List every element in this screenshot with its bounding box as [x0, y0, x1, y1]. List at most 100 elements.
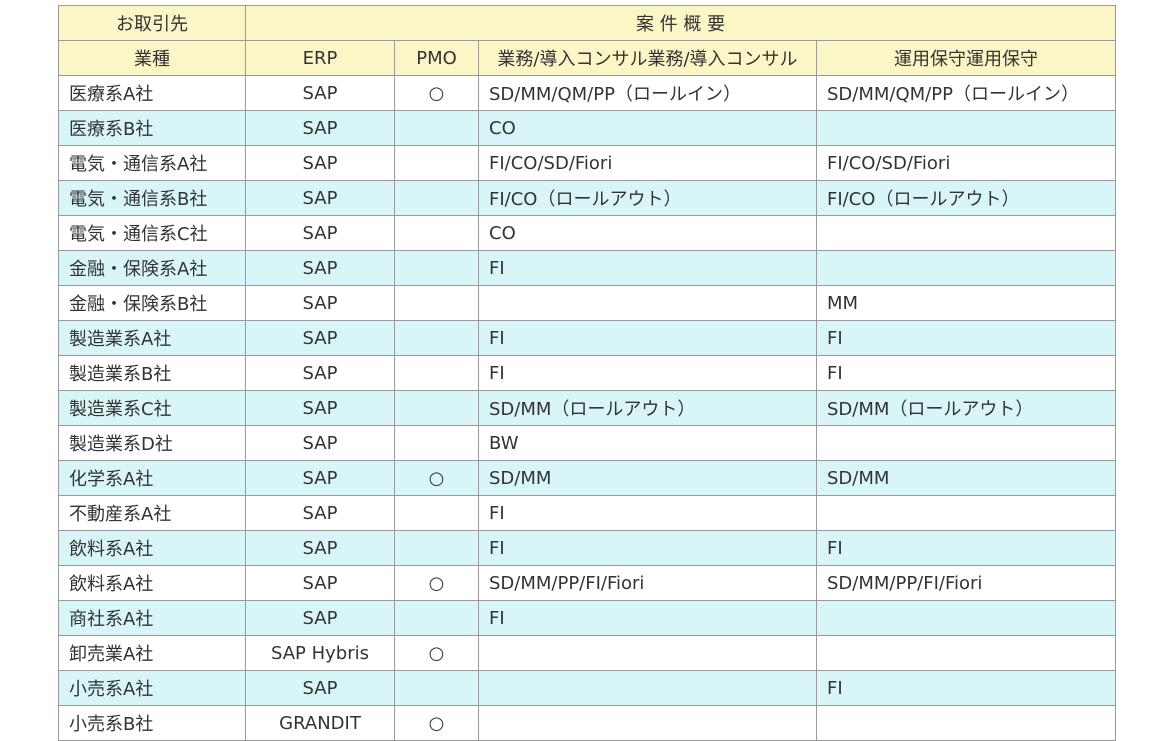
cell-erp: SAP [245, 110, 395, 146]
cell-maintenance [815, 425, 1117, 461]
cell-consult [478, 705, 817, 741]
table-row: 製造業系D社 SAP BW [58, 425, 1117, 461]
cell-maintenance [815, 250, 1117, 286]
cell-pmo [394, 355, 479, 391]
table-row: 商社系A社 SAP FI [58, 600, 1117, 636]
cell-maintenance [815, 705, 1117, 741]
cell-maintenance: SD/MM/QM/PP（ロールイン） [815, 75, 1117, 111]
cell-pmo [394, 250, 479, 286]
cell-client: 製造業系C社 [58, 390, 246, 426]
cell-consult: CO [478, 110, 817, 146]
cell-client: 不動産系A社 [58, 495, 246, 531]
cell-pmo [394, 285, 479, 321]
cell-erp: SAP [245, 460, 395, 496]
cell-client: 飲料系A社 [58, 565, 246, 601]
cell-client: 飲料系A社 [58, 530, 246, 566]
table-row: 飲料系A社 SAP FI FI [58, 530, 1117, 566]
cell-maintenance [815, 600, 1117, 636]
cell-client: 医療系B社 [58, 110, 246, 146]
header-maintenance: 運用保守運用保守 [815, 40, 1117, 76]
cell-pmo [394, 215, 479, 251]
cell-client: 小売系B社 [58, 705, 246, 741]
header-summary: 案 件 概 要 [244, 5, 1117, 41]
table-row: 金融・保険系A社 SAP FI [58, 250, 1117, 286]
cell-erp: SAP [245, 425, 395, 461]
cell-consult: SD/MM（ロールアウト） [478, 390, 817, 426]
table-row: 医療系A社 SAP ○ SD/MM/QM/PP（ロールイン） SD/MM/QM/PP（ロ… [58, 75, 1117, 111]
cell-erp: SAP [245, 250, 395, 286]
cell-pmo [394, 110, 479, 146]
cell-maintenance: FI [815, 530, 1117, 566]
cell-client: 化学系A社 [58, 460, 246, 496]
cell-consult: CO [478, 215, 817, 251]
table-row: 製造業系A社 SAP FI FI [58, 320, 1117, 356]
cell-maintenance: FI/CO/SD/Fiori [815, 145, 1117, 181]
cell-consult: SD/MM [478, 460, 817, 496]
table-row: 不動産系A社 SAP FI [58, 495, 1117, 531]
header-client: お取引先 [58, 5, 246, 41]
cell-maintenance: FI [815, 355, 1117, 391]
cell-erp: SAP [245, 355, 395, 391]
header-pmo: PMO [394, 40, 479, 76]
table-body: 医療系A社 SAP ○ SD/MM/QM/PP（ロールイン） SD/MM/QM/PP（ロ… [58, 75, 1117, 741]
header-erp: ERP [245, 40, 395, 76]
table-row: 卸売業A社 SAP Hybris ○ [58, 635, 1117, 671]
cell-erp: SAP [245, 600, 395, 636]
cell-erp: SAP [245, 495, 395, 531]
cell-consult: SD/MM/PP/FI/Fiori [478, 565, 817, 601]
cell-pmo [394, 320, 479, 356]
cell-client: 製造業系A社 [58, 320, 246, 356]
table-row: 小売系B社 GRANDIT ○ [58, 705, 1117, 741]
table-row: 電気・通信系B社 SAP FI/CO（ロールアウト） FI/CO（ロールアウト） [58, 180, 1117, 216]
cell-consult: BW [478, 425, 817, 461]
cell-erp: SAP [245, 530, 395, 566]
table-row: 化学系A社 SAP ○ SD/MM SD/MM [58, 460, 1117, 496]
cell-maintenance: SD/MM/PP/FI/Fiori [815, 565, 1117, 601]
cell-client: 小売系A社 [58, 670, 246, 706]
cell-pmo: ○ [394, 565, 479, 601]
cell-erp: SAP [245, 285, 395, 321]
cell-pmo: ○ [394, 705, 479, 741]
cell-maintenance: FI [815, 320, 1117, 356]
cell-maintenance [815, 635, 1117, 671]
cell-client: 医療系A社 [58, 75, 246, 111]
table-row: 製造業系B社 SAP FI FI [58, 355, 1117, 391]
header-consult: 業務/導入コンサル業務/導入コンサル [478, 40, 817, 76]
table-row: 小売系A社 SAP FI [58, 670, 1117, 706]
cell-consult [478, 635, 817, 671]
table-row: 金融・保険系B社 SAP MM [58, 285, 1117, 321]
cell-client: 製造業系D社 [58, 425, 246, 461]
cell-client: 商社系A社 [58, 600, 246, 636]
cell-consult [478, 285, 817, 321]
header-row-1: お取引先 案 件 概 要 [58, 5, 1117, 41]
cell-erp: SAP [245, 320, 395, 356]
cell-maintenance [815, 495, 1117, 531]
table-row: 医療系B社 SAP CO [58, 110, 1117, 146]
cell-client: 金融・保険系B社 [58, 285, 246, 321]
cell-erp: SAP [245, 565, 395, 601]
cell-erp: SAP [245, 215, 395, 251]
cell-pmo [394, 145, 479, 181]
cell-consult: FI/CO/SD/Fiori [478, 145, 817, 181]
cell-client: 卸売業A社 [58, 635, 246, 671]
cell-client: 金融・保険系A社 [58, 250, 246, 286]
table-row: 製造業系C社 SAP SD/MM（ロールアウト） SD/MM（ロールアウト） [58, 390, 1117, 426]
cell-consult: FI [478, 355, 817, 391]
cell-erp: SAP Hybris [245, 635, 395, 671]
cell-consult: FI/CO（ロールアウト） [478, 180, 817, 216]
cell-erp: SAP [245, 390, 395, 426]
cell-consult: SD/MM/QM/PP（ロールイン） [478, 75, 817, 111]
cell-pmo: ○ [394, 460, 479, 496]
cell-maintenance: FI/CO（ロールアウト） [815, 180, 1117, 216]
cell-client: 製造業系B社 [58, 355, 246, 391]
cell-erp: SAP [245, 180, 395, 216]
cell-consult: FI [478, 495, 817, 531]
cell-maintenance: SD/MM（ロールアウト） [815, 390, 1117, 426]
table-row: 電気・通信系C社 SAP CO [58, 215, 1117, 251]
cell-consult: FI [478, 320, 817, 356]
cell-pmo [394, 495, 479, 531]
cell-maintenance: FI [815, 670, 1117, 706]
cell-maintenance [815, 215, 1117, 251]
cell-pmo: ○ [394, 635, 479, 671]
projects-table: お取引先 案 件 概 要 業種 ERP PMO 業務/導入コンサル業務/導入コン… [58, 5, 1117, 741]
